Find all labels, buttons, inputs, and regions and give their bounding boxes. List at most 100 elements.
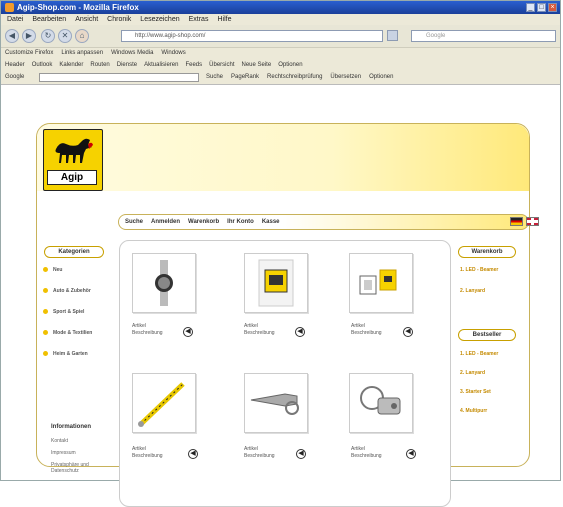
toolbar-link[interactable]: Neue Seite <box>242 59 272 71</box>
category-item[interactable]: Auto & Zubehör <box>43 288 91 294</box>
google-toolbar: Google Suche PageRank Rechtschreibprüfun… <box>1 71 560 85</box>
lanyard-icon <box>138 382 185 427</box>
maximize-button[interactable]: □ <box>537 3 546 12</box>
bullet-icon <box>43 288 48 294</box>
product-image[interactable] <box>244 373 308 433</box>
warenkorb-heading: Warenkorb <box>458 246 516 258</box>
arrow-right-icon[interactable]: ◀ <box>183 327 193 337</box>
uk-flag-icon[interactable] <box>526 217 539 226</box>
toolbar-link[interactable]: Übersicht <box>209 59 234 71</box>
toolbar-link[interactable]: Feeds <box>185 59 202 71</box>
product-image[interactable] <box>244 253 308 313</box>
title-bar: Agip-Shop.com - Mozilla Firefox _ □ × <box>1 1 560 14</box>
back-button[interactable]: ◀ <box>5 29 19 43</box>
category-item[interactable]: Heim & Garten <box>43 351 88 357</box>
product-image[interactable] <box>132 373 196 433</box>
product-label: Artikel Beschreibung <box>132 323 163 336</box>
navigation-toolbar: ◀ ▶ ↻ ✕ ⌂ http://www.agip-shop.com/ Goog… <box>1 25 560 48</box>
menu-bearbeiten[interactable]: Bearbeiten <box>32 14 66 25</box>
address-bar[interactable]: http://www.agip-shop.com/ <box>121 30 383 42</box>
toolbar-link[interactable]: Routen <box>90 59 109 71</box>
bullet-icon <box>43 351 48 357</box>
google-item[interactable]: PageRank <box>231 71 259 84</box>
bestseller-item[interactable]: 3. Starter Set <box>460 389 491 395</box>
bestseller-item[interactable]: 1. LED - Beamer <box>460 351 498 357</box>
menu-hilfe[interactable]: Hilfe <box>217 14 231 25</box>
toolbar-link[interactable]: Optionen <box>278 59 302 71</box>
nav-anmelden[interactable]: Anmelden <box>151 215 180 229</box>
agip-logo[interactable]: Agip <box>43 129 103 191</box>
search-box[interactable]: Google <box>411 30 556 42</box>
bookmark-item[interactable]: Links anpassen <box>61 48 103 59</box>
bestseller-item[interactable]: 4. Multipurr <box>460 408 487 414</box>
cart-item[interactable]: 1. LED - Beamer <box>460 267 498 273</box>
bestseller-item[interactable]: 2. Lanyard <box>460 370 485 376</box>
toolbar-link[interactable]: Header <box>5 59 25 71</box>
toolbar-links: Header Outlook Kalender Routen Dienste A… <box>1 59 560 71</box>
category-item[interactable]: Mode & Textilien <box>43 330 92 336</box>
menu-datei[interactable]: Datei <box>7 14 23 25</box>
toolbar-link[interactable]: Kalender <box>59 59 83 71</box>
arrow-right-icon[interactable]: ◀ <box>406 449 416 459</box>
menu-extras[interactable]: Extras <box>189 14 209 25</box>
toolbar-link[interactable]: Aktualisieren <box>144 59 178 71</box>
bullet-icon <box>43 309 48 315</box>
cart-item[interactable]: 2. Lanyard <box>460 288 485 294</box>
six-legged-dog-icon <box>55 138 93 163</box>
gadget-icon <box>359 269 397 295</box>
category-item[interactable]: Sport & Spiel <box>43 309 84 315</box>
bookmark-item[interactable]: Windows Media <box>111 48 153 59</box>
menu-lesezeichen[interactable]: Lesezeichen <box>140 14 179 25</box>
product-image[interactable] <box>132 253 196 313</box>
reload-button[interactable]: ↻ <box>41 29 55 43</box>
bookmark-item[interactable]: Windows <box>161 48 185 59</box>
minimize-button[interactable]: _ <box>526 3 535 12</box>
product-label: Artikel Beschreibung <box>132 446 163 459</box>
nav-kasse[interactable]: Kasse <box>262 215 280 229</box>
info-link[interactable]: Privatsphäre und Datenschutz <box>51 462 99 474</box>
bookmarks-toolbar: Customize Firefox Links anpassen Windows… <box>1 48 560 59</box>
google-item[interactable]: Suche <box>206 71 223 84</box>
info-link[interactable]: Impressum <box>51 450 76 456</box>
product-label: Artikel Beschreibung <box>244 323 275 336</box>
packaged-item-icon <box>258 259 294 307</box>
german-flag-icon[interactable] <box>510 217 523 226</box>
bullet-icon <box>43 330 48 336</box>
firefox-icon <box>5 3 14 12</box>
logo-word: Agip <box>47 170 97 185</box>
kategorien-heading: Kategorien <box>44 246 104 258</box>
info-link[interactable]: Kontakt <box>51 438 68 444</box>
product-label: Artikel Beschreibung <box>351 446 382 459</box>
menu-ansicht[interactable]: Ansicht <box>75 14 98 25</box>
arrow-right-icon[interactable]: ◀ <box>296 449 306 459</box>
google-label: Google <box>5 74 25 80</box>
google-item[interactable]: Übersetzen <box>330 71 361 84</box>
shop-header <box>37 124 529 191</box>
product-image[interactable] <box>349 373 413 433</box>
product-image[interactable] <box>349 253 413 313</box>
bottle-opener-icon <box>250 393 299 415</box>
toolbar-link[interactable]: Dienste <box>117 59 137 71</box>
shop-navigation: Suche Anmelden Warenkorb Ihr Konto Kasse <box>118 214 529 230</box>
google-search-input[interactable] <box>39 73 199 82</box>
go-button[interactable] <box>387 30 398 41</box>
nav-warenkorb[interactable]: Warenkorb <box>188 215 219 229</box>
google-item[interactable]: Optionen <box>369 71 393 84</box>
window-title: Agip-Shop.com - Mozilla Firefox <box>17 3 139 12</box>
toolbar-link[interactable]: Outlook <box>32 59 53 71</box>
product-grid: Artikel Beschreibung ◀ Artikel Beschreib… <box>119 240 451 507</box>
stop-button[interactable]: ✕ <box>58 29 72 43</box>
arrow-right-icon[interactable]: ◀ <box>403 327 413 337</box>
menu-chronik[interactable]: Chronik <box>107 14 131 25</box>
menu-bar: Datei Bearbeiten Ansicht Chronik Lesezei… <box>1 14 560 25</box>
forward-button[interactable]: ▶ <box>22 29 36 43</box>
category-item[interactable]: Neu <box>43 267 62 273</box>
bookmark-item[interactable]: Customize Firefox <box>5 48 53 59</box>
nav-suche[interactable]: Suche <box>125 215 143 229</box>
google-item[interactable]: Rechtschreibprüfung <box>267 71 322 84</box>
home-button[interactable]: ⌂ <box>75 29 89 43</box>
arrow-right-icon[interactable]: ◀ <box>188 449 198 459</box>
nav-konto[interactable]: Ihr Konto <box>227 215 254 229</box>
close-button[interactable]: × <box>548 3 557 12</box>
arrow-right-icon[interactable]: ◀ <box>295 327 305 337</box>
